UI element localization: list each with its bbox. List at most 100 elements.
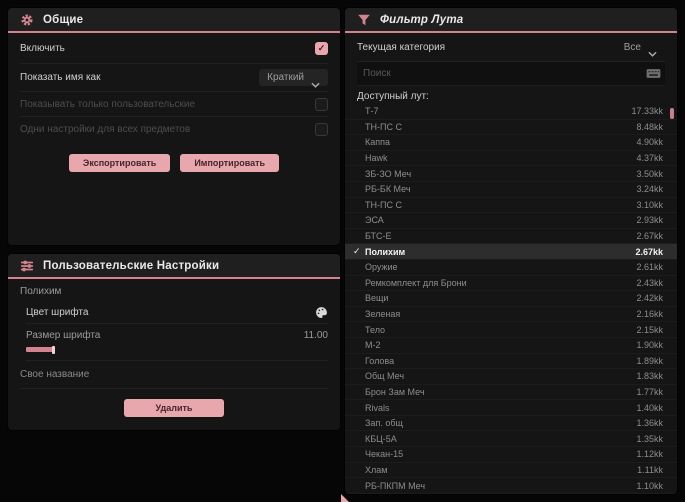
item-name-row: Полихим [20,281,328,302]
font-color-label: Цвет шрифта [26,307,89,318]
loot-filter-title: Фильтр Лута [380,13,464,26]
loot-item-row[interactable]: Оружие 2.61kk [345,260,677,276]
loot-item-row[interactable]: Hawk 4.37kk [345,151,677,167]
scrollbar-thumb[interactable] [670,108,674,119]
slider-fill [26,347,54,352]
loot-item-value: 1.89kk [636,355,663,366]
loot-item-row[interactable]: Зап. общ 1.36kk [345,416,677,432]
keyboard-icon[interactable] [646,68,661,79]
loot-item-value: 1.83kk [636,371,663,382]
category-label: Текущая категория [357,41,446,53]
loot-item-value: 1.10kk [636,480,663,491]
font-size-label: Размер шрифта [26,330,101,341]
import-button[interactable]: Импортировать [180,154,280,172]
loot-item-row[interactable]: ✓ Полихим 2.67kk [345,244,677,260]
category-value: Все [623,41,641,53]
loot-item-name: КБЦ-5А [365,433,397,444]
search-input[interactable] [361,67,646,80]
loot-item-row[interactable]: ТН-ПС С 8.48kk [345,120,677,136]
loot-item-name: Чекан-15 [365,449,404,460]
loot-item-row[interactable]: Каппа 4.90kk [345,135,677,151]
selected-item-name: Полихим [20,286,62,297]
loot-item-name: ТН-ПС С [365,121,402,132]
loot-item-row[interactable]: Вещи 2.42kk [345,291,677,307]
loot-item-name: ТН-ПС С [365,199,402,210]
slider-handle[interactable] [52,346,55,354]
loot-item-value: 1.90kk [636,340,663,351]
check-icon: ✓ [353,246,361,257]
loot-item-name: Тело [365,324,386,335]
loot-item-value: 8.48kk [636,121,663,132]
loot-item-row[interactable]: Чекан-15 1.12kk [345,447,677,463]
delete-button[interactable]: Удалить [123,399,225,417]
loot-filter-header: Фильтр Лута [345,8,677,33]
loot-item-name: Каппа [365,137,391,148]
loot-item-name: Брон Зам Меч [365,386,425,397]
loot-item-name: РБ-ПКПМ Меч [365,480,426,491]
loot-item-row[interactable]: Брон Зам Меч 1.77kk [345,385,677,401]
loot-item-name: Вещи [365,293,389,304]
font-size-row: Размер шрифта 11.00 [26,324,328,361]
loot-item-value: 1.36kk [636,418,663,429]
loot-item-row[interactable]: КБЦ-5А 1.35kk [345,431,677,448]
loot-item-name: Зеленая [365,309,401,320]
only-custom-row: Показывать только пользовательские [20,92,328,117]
loot-item-row[interactable]: Тело 2.15kk [345,322,677,338]
loot-item-row[interactable]: М-2 1.90kk [345,338,677,354]
loot-item-name: Хлам [365,464,388,475]
font-color-row: Цвет шрифта [26,302,328,324]
loot-item-row[interactable]: Общ Меч 1.83kk [345,369,677,385]
same-settings-row: Одни настройки для всех предметов [20,117,328,142]
show-name-row: Показать имя как Краткий [20,64,328,92]
loot-item-name: ЭСА [365,215,384,226]
user-settings-header: Пользовательские Настройки [8,254,340,279]
loot-item-value: 1.12kk [636,449,663,460]
loot-item-row[interactable]: Хлам 1.11kk [345,463,677,479]
sliders-icon [20,259,34,273]
loot-item-row[interactable]: РБ-БК Меч 3.24kk [345,182,677,198]
loot-item-row[interactable]: Голова 1.89kk [345,354,677,370]
export-button[interactable]: Экспортировать [68,154,171,172]
general-panel-title: Общие [43,13,84,26]
loot-item-row[interactable]: Зеленая 2.16kk [345,307,677,323]
loot-item-value: 4.37kk [636,153,663,164]
loot-item-value: 4.90kk [636,137,663,148]
general-panel: Общие Включить ✓ Показать имя как Кратки… [8,8,340,245]
loot-item-row[interactable]: Т-7 17.33kk [345,104,677,120]
loot-item-row[interactable]: Ремкомплект для Брони 2.43kk [345,276,677,292]
loot-item-row[interactable]: Rivals 1.40kk [345,400,677,416]
loot-item-value: 1.11kk [637,464,663,475]
loot-item-row[interactable]: ТН-ПС С 3.10kk [345,198,677,214]
loot-item-name: Голова [365,355,395,366]
search-row [357,62,665,86]
show-name-dropdown[interactable]: Краткий [259,69,328,88]
loot-filter-panel: Фильтр Лута Текущая категория Все Доступ… [345,8,677,494]
loot-list: Т-7 17.33kk ТН-ПС С 8.48kk Каппа 4.90kk Hawk 4.… [345,104,677,494]
chevron-down-icon [648,44,657,57]
enable-checkbox[interactable]: ✓ [315,41,328,55]
user-settings-panel: Пользовательские Настройки Полихим Цвет … [8,254,340,430]
loot-item-row[interactable]: ЗБ-ЗО Меч 3.50kk [345,166,677,182]
custom-name-input[interactable] [20,369,328,380]
gear-icon [20,13,34,27]
loot-item-name: Hawk [365,153,388,164]
loot-item-row[interactable]: БТС-Е 2.67kk [345,229,677,245]
delete-row: Удалить [8,399,340,417]
loot-item-row[interactable]: РБ-ПКПМ Меч 1.10kk [345,478,677,494]
show-name-value: Краткий [267,72,304,83]
only-custom-label: Показывать только пользовательские [20,98,195,110]
show-name-label: Показать имя как [20,72,101,83]
loot-item-row[interactable]: ЭСА 2.93kk [345,213,677,229]
loot-item-value: 1.40kk [636,402,663,413]
category-dropdown[interactable]: Все [616,39,665,57]
loot-item-value: 17.33kk [631,106,663,117]
loot-item-name: Rivals [365,402,390,413]
loot-item-name: РБ-БК Меч [365,184,411,195]
loot-item-value: 1.77kk [636,386,663,397]
resize-handle-icon[interactable] [341,494,349,502]
loot-item-value: 2.67kk [636,231,663,242]
font-size-slider[interactable] [26,346,328,354]
general-panel-header: Общие [8,8,340,33]
loot-item-value: 2.93kk [636,215,663,226]
palette-icon[interactable] [315,306,328,319]
